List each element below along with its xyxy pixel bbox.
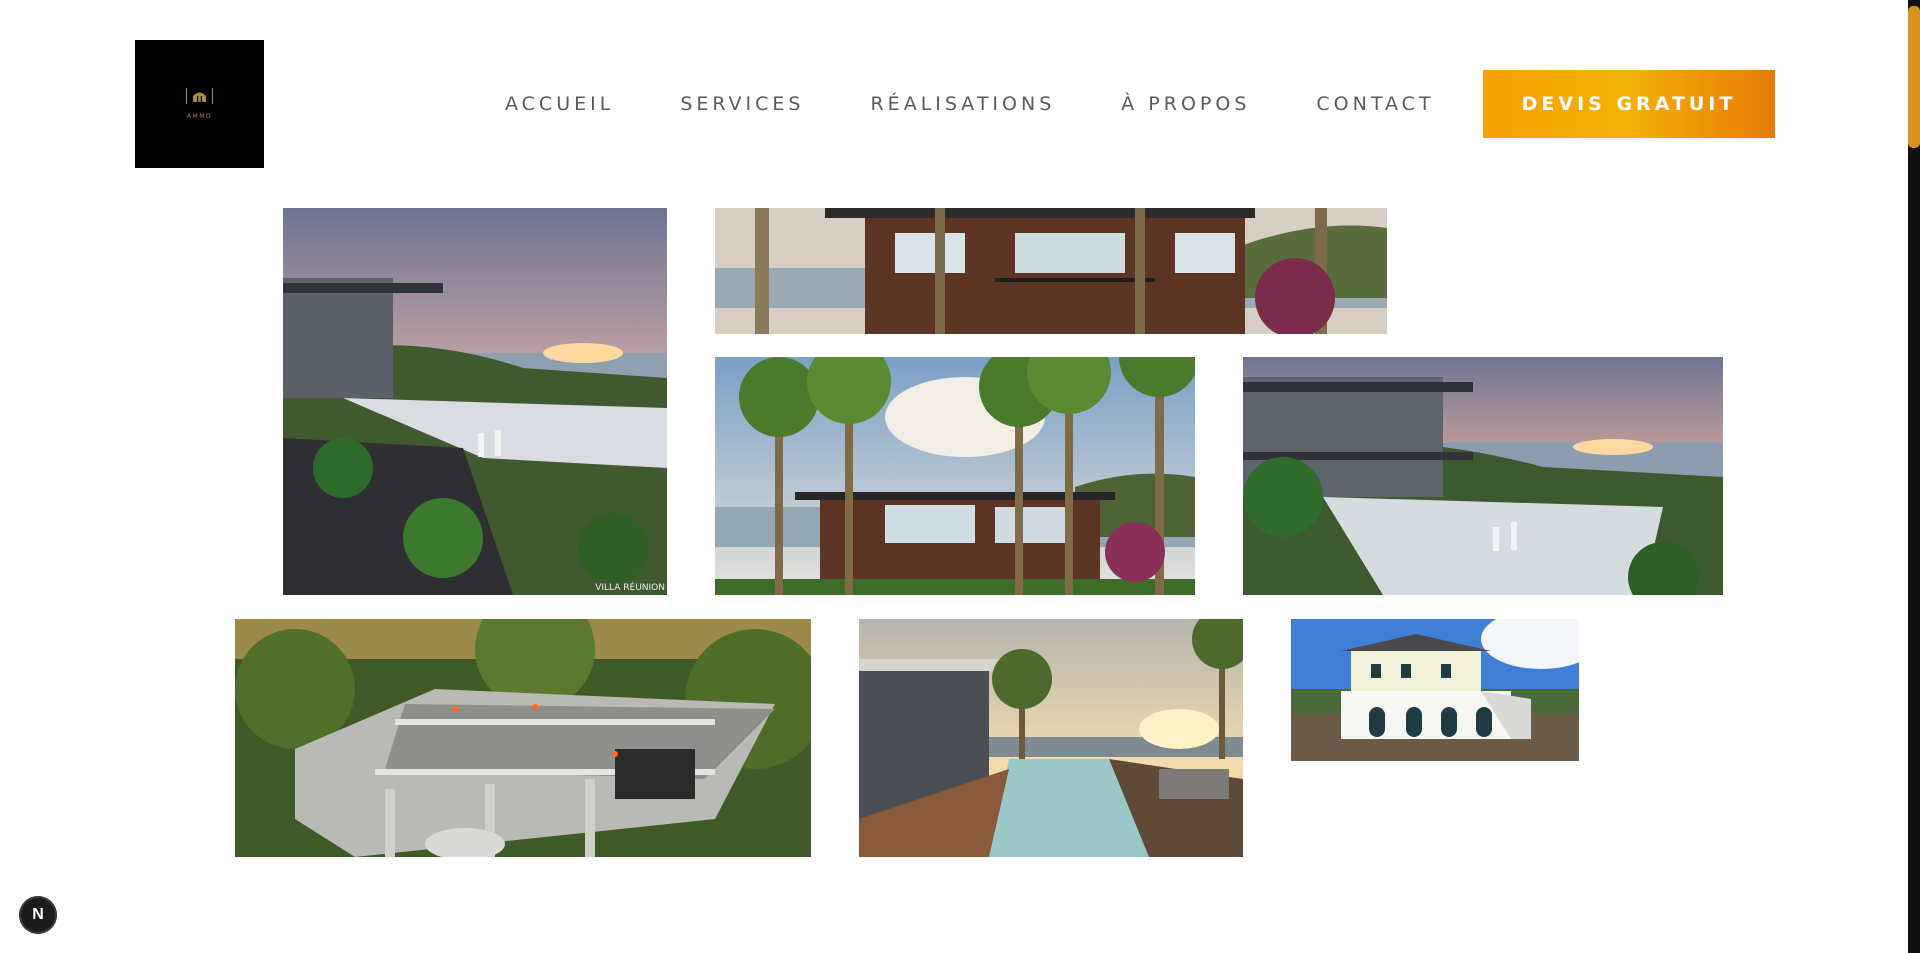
gallery-image-pool-deck[interactable] bbox=[859, 619, 1243, 857]
nav-item-accueil[interactable]: ACCUEIL bbox=[505, 92, 614, 116]
nav-item-contact[interactable]: CONTACT bbox=[1316, 92, 1434, 116]
nav-item-realisations[interactable]: RÉALISATIONS bbox=[870, 92, 1055, 116]
free-quote-button[interactable]: DEVIS GRATUIT bbox=[1483, 70, 1775, 138]
gallery-image-villa-terrace-sunset[interactable] bbox=[1243, 357, 1723, 595]
nav-item-a-propos[interactable]: À PROPOS bbox=[1121, 92, 1250, 116]
gallery-image-villa-infinity-pool[interactable]: VILLA RÉUNION bbox=[283, 208, 667, 595]
logo[interactable]: AMMO bbox=[135, 40, 264, 168]
gallery-image-villa-palms[interactable] bbox=[715, 357, 1195, 595]
gallery-image-villa-palms-wide[interactable] bbox=[715, 208, 1387, 334]
logo-text: AMMO bbox=[186, 113, 213, 120]
nextjs-devtools-badge[interactable]: N bbox=[19, 896, 57, 934]
logo-mark-icon bbox=[186, 88, 213, 104]
photo-watermark: VILLA RÉUNION bbox=[595, 583, 665, 593]
gallery-image-construction-site[interactable] bbox=[235, 619, 811, 857]
main-nav: ACCUEIL SERVICES RÉALISATIONS À PROPOS C… bbox=[505, 92, 1435, 116]
page-scrollbar[interactable] bbox=[1908, 0, 1920, 953]
gallery-image-creole-house[interactable] bbox=[1291, 619, 1579, 761]
scrollbar-thumb[interactable] bbox=[1908, 6, 1920, 148]
nav-item-services[interactable]: SERVICES bbox=[680, 92, 804, 116]
